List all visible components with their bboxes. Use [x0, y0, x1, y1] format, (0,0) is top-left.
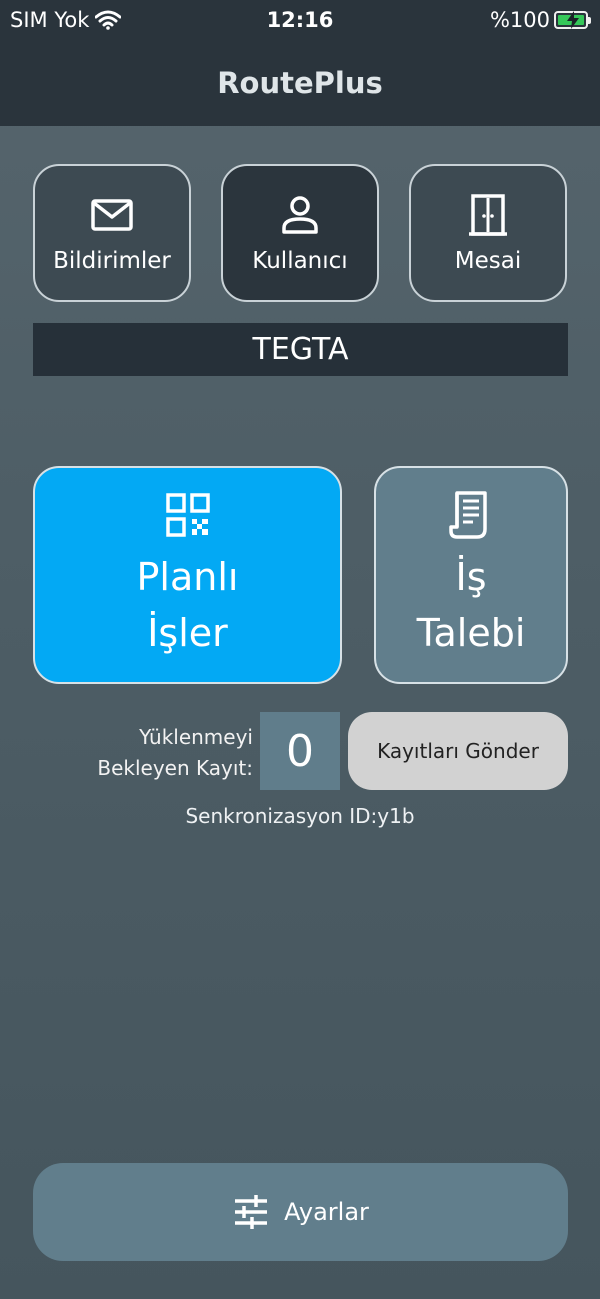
- status-bar: SIM Yok 12:16 %100: [0, 0, 600, 40]
- sliders-icon: [235, 1195, 268, 1229]
- settings-label: Ayarlar: [284, 1198, 369, 1226]
- job-request-label-2: Talebi: [416, 611, 526, 655]
- app-header: RoutePlus: [0, 40, 600, 126]
- planned-jobs-label-2: İşler: [147, 611, 228, 655]
- company-banner: TEGTA: [33, 323, 568, 376]
- user-icon: [282, 196, 318, 234]
- settings-button[interactable]: Ayarlar: [33, 1163, 568, 1261]
- sync-id-text: Senkronizasyon ID:y1b: [185, 804, 415, 828]
- planned-jobs-label-1: Planlı: [136, 555, 239, 599]
- mail-icon: [91, 199, 133, 231]
- company-name: TEGTA: [252, 332, 349, 367]
- job-request-label-1: İş: [455, 555, 487, 599]
- user-label: Kullanıcı: [252, 248, 348, 274]
- app-title: RoutePlus: [217, 66, 383, 100]
- pending-label-line1: Yüklenmeyi: [139, 725, 253, 749]
- job-request-button[interactable]: İş Talebi: [374, 466, 568, 684]
- door-icon: [469, 194, 507, 236]
- notifications-button[interactable]: Bildirimler: [33, 164, 191, 302]
- planned-jobs-button[interactable]: Planlı İşler: [33, 466, 342, 684]
- user-button[interactable]: Kullanıcı: [221, 164, 379, 302]
- send-records-button[interactable]: Kayıtları Gönder: [348, 712, 568, 790]
- pending-count: 0: [260, 712, 340, 790]
- battery-charging-icon: [554, 11, 591, 29]
- receipt-icon: [449, 491, 487, 539]
- battery-group: %100: [489, 8, 591, 32]
- notifications-label: Bildirimler: [53, 248, 171, 274]
- pending-label-line2: Bekleyen Kayıt:: [97, 756, 253, 780]
- pending-records-label: Yüklenmeyi Bekleyen Kayıt:: [90, 722, 253, 784]
- qr-code-icon: [165, 493, 210, 537]
- shift-label: Mesai: [454, 248, 522, 274]
- shift-button[interactable]: Mesai: [409, 164, 567, 302]
- battery-percent: %100: [489, 8, 550, 32]
